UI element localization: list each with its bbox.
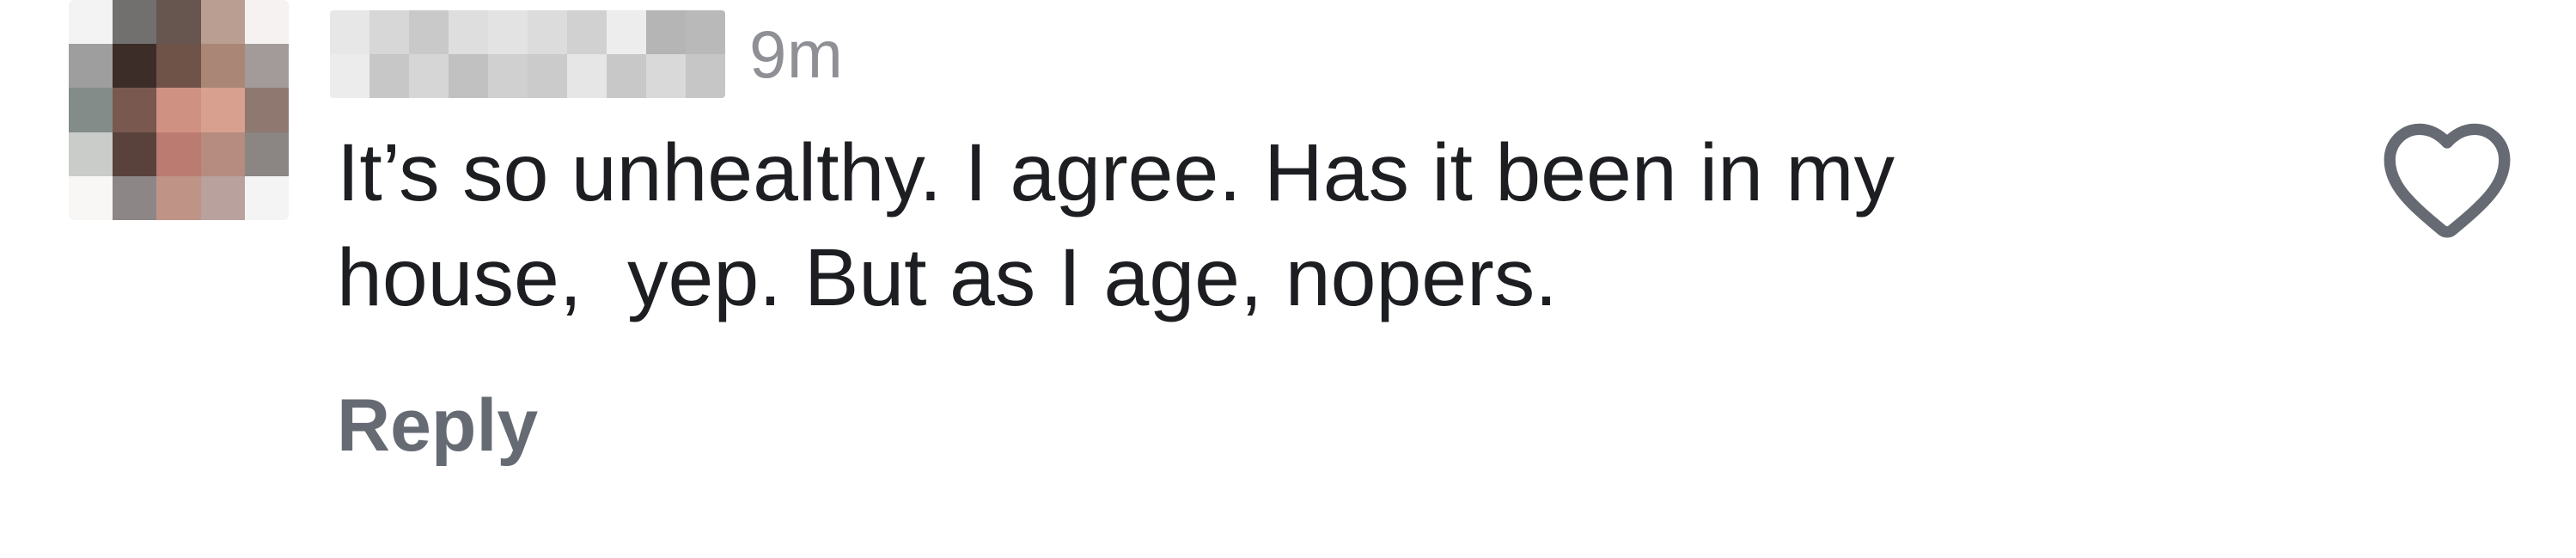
- comment-row: 9m It’s so unhealthy. I agree. Has it be…: [0, 0, 2576, 558]
- comment-timestamp: 9m: [749, 16, 844, 92]
- heart-outline-icon: [2371, 101, 2524, 254]
- like-button[interactable]: [2365, 95, 2530, 260]
- comment-text: It’s so unhealthy. I agree. Has it been …: [337, 127, 1918, 323]
- reply-button[interactable]: Reply: [337, 378, 538, 473]
- username-redacted[interactable]: [330, 10, 725, 98]
- avatar[interactable]: [69, 0, 289, 220]
